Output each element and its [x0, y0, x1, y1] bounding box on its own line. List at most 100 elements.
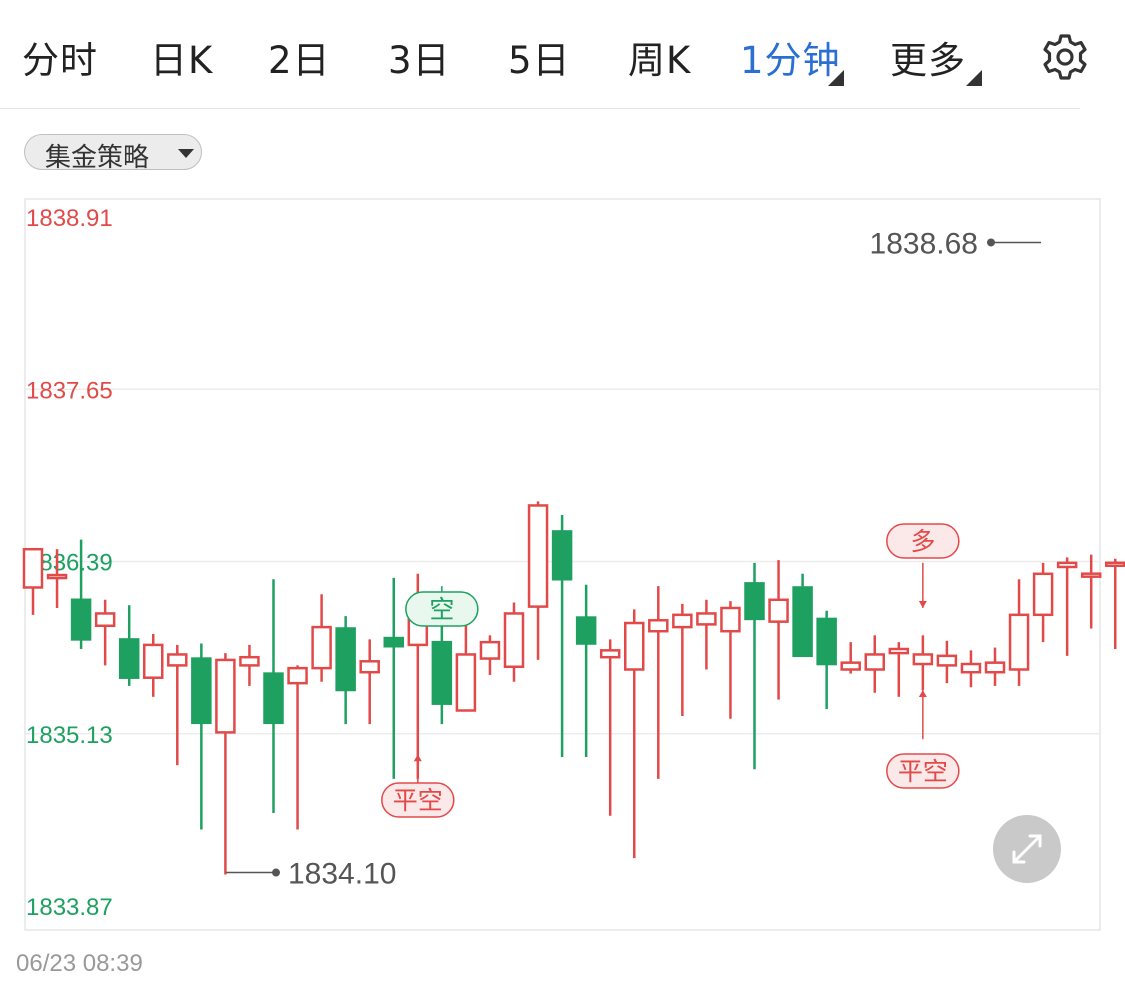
- candle: [191, 643, 212, 830]
- candle: [359, 639, 380, 725]
- expand-button[interactable]: [993, 815, 1061, 883]
- candle-body: [70, 598, 92, 641]
- candle-body: [912, 653, 934, 666]
- candle: [1056, 557, 1078, 656]
- tab-2day[interactable]: 2日: [268, 30, 331, 84]
- candle-body: [864, 653, 885, 671]
- candle: [888, 642, 910, 697]
- candle-body: [696, 612, 717, 626]
- caret-down-icon: [178, 149, 194, 158]
- candle: [672, 603, 693, 716]
- candle: [696, 599, 717, 670]
- candle: [455, 618, 477, 712]
- candle-body: [94, 612, 116, 628]
- candle-body: [744, 582, 765, 621]
- candle-body: [215, 658, 236, 734]
- candle-body: [335, 627, 356, 692]
- candle-body: [888, 647, 910, 655]
- candle-body: [624, 621, 645, 671]
- candle-body: [840, 661, 861, 671]
- candle-body: [1008, 613, 1030, 671]
- candle: [383, 577, 404, 779]
- y-tick-label: 1835.13: [26, 722, 113, 749]
- tab-1min[interactable]: 1分钟: [740, 30, 841, 84]
- annotation-short-label: 空: [429, 595, 454, 624]
- candle-body: [455, 653, 477, 712]
- tab-3day[interactable]: 3日: [388, 30, 451, 84]
- candle: [311, 594, 332, 682]
- annotation-long: 多: [886, 523, 960, 559]
- candle: [936, 640, 958, 684]
- low-marker-dot: [272, 868, 280, 877]
- tab-more[interactable]: 更多: [890, 30, 966, 84]
- tab-1min-corner-icon: [828, 70, 844, 86]
- candlestick-chart[interactable]: 1838.911837.651836.391835.131833.87 空平空多…: [0, 190, 1125, 940]
- candle-body: [1056, 561, 1078, 569]
- low-marker-label: 1834.10: [288, 858, 396, 891]
- candle-body: [22, 547, 44, 589]
- candle: [263, 579, 284, 814]
- candle-body: [984, 661, 1006, 674]
- candle: [94, 599, 116, 666]
- annotation-arrowhead: [918, 690, 927, 698]
- y-tick-label: 1833.87: [26, 894, 113, 921]
- candle: [648, 586, 669, 779]
- candle: [984, 647, 1006, 686]
- candle-body: [936, 654, 958, 667]
- candle: [792, 573, 813, 658]
- candle: [143, 633, 164, 697]
- candle-body: [118, 638, 140, 679]
- candle: [22, 547, 44, 615]
- candle: [840, 642, 861, 674]
- candle-body: [239, 655, 260, 667]
- candle-body: [191, 657, 212, 725]
- candle: [551, 515, 573, 757]
- candle-body: [527, 504, 549, 608]
- y-tick-label: 1837.65: [26, 377, 113, 404]
- candle-body: [311, 625, 332, 670]
- annotation-close-short-label: 平空: [393, 786, 443, 815]
- candle: [720, 601, 741, 719]
- candle-body: [575, 616, 597, 645]
- tab-5day[interactable]: 5日: [508, 30, 571, 84]
- tab-more-corner-icon: [966, 70, 982, 86]
- candle: [816, 610, 837, 710]
- candle: [864, 635, 885, 693]
- candle: [335, 616, 356, 725]
- annotation-close-short-2-label: 平空: [898, 757, 948, 786]
- candle: [503, 602, 525, 682]
- candle-body: [1032, 572, 1054, 617]
- candle-body: [720, 606, 741, 633]
- candle: [912, 635, 934, 691]
- candle: [527, 501, 549, 660]
- gear-icon[interactable]: [1040, 32, 1090, 82]
- candle: [1080, 554, 1102, 629]
- candle-body: [263, 672, 284, 725]
- candle-body: [287, 666, 308, 685]
- candle-body: [46, 573, 68, 580]
- candle-body: [1080, 572, 1102, 578]
- tab-weekly-k[interactable]: 周K: [628, 30, 691, 84]
- annotation-arrowhead: [413, 754, 422, 762]
- high-marker-dot: [987, 238, 995, 247]
- annotation-close-short: 平空: [381, 782, 455, 818]
- candle: [167, 644, 188, 766]
- candle: [575, 584, 597, 757]
- tab-fenshi[interactable]: 分时: [22, 30, 98, 84]
- candle: [479, 635, 501, 675]
- strategy-selector[interactable]: 集金策略: [24, 134, 202, 173]
- candle-body: [431, 640, 453, 705]
- strategy-selector-label: 集金策略: [45, 143, 150, 173]
- timestamp: 06/23 08:39: [16, 950, 143, 977]
- annotation-long-label: 多: [910, 527, 935, 556]
- candle-body: [359, 660, 380, 674]
- tab-daily-k[interactable]: 日K: [150, 30, 213, 84]
- y-tick-label: 1838.91: [26, 205, 113, 232]
- candle: [215, 653, 236, 875]
- candle-body: [167, 653, 188, 667]
- candle: [960, 650, 982, 688]
- period-tabs: 分时 日K 2日 3日 5日 周K 1分钟 更多: [0, 0, 1087, 109]
- annotation-close-short-2: 平空: [886, 753, 960, 789]
- candle: [1032, 562, 1054, 643]
- candle-body: [816, 617, 837, 666]
